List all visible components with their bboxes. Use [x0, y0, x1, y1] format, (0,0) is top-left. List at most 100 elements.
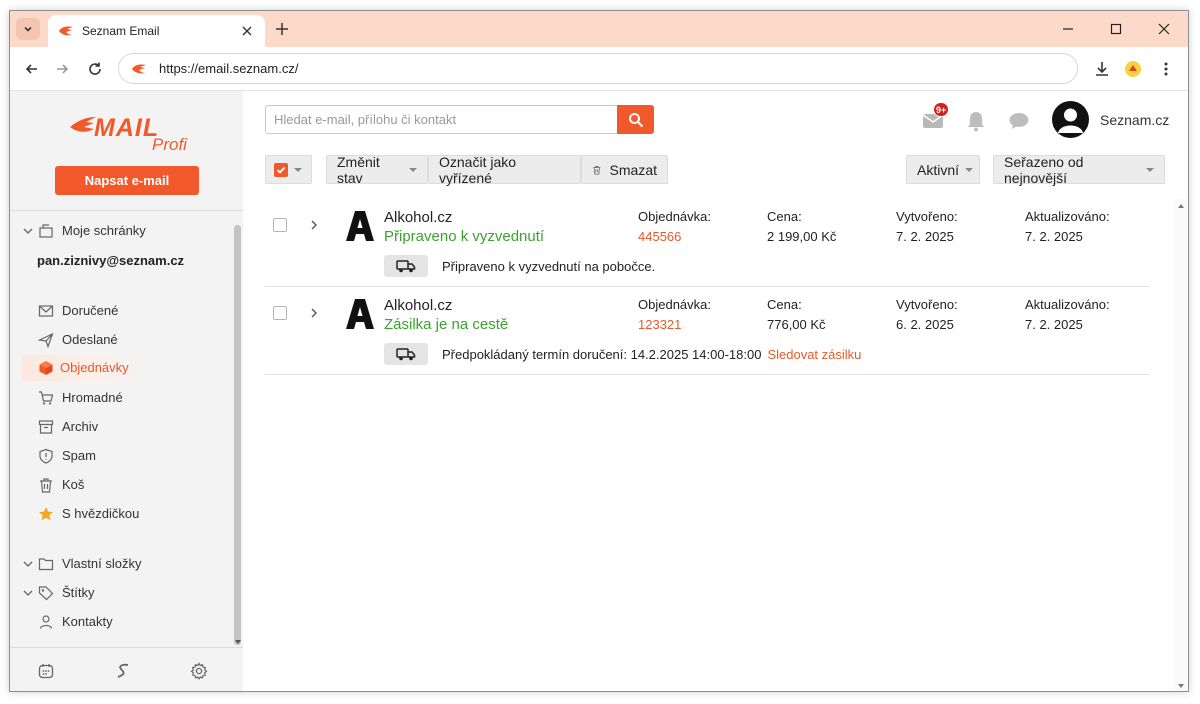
sidebar-item-archive[interactable]: Archiv [10, 414, 234, 440]
sidebar-item-custom-folders[interactable]: Vlastní složky [10, 551, 234, 577]
price-label: Cena: [767, 209, 802, 224]
email-profi-logo[interactable]: MAIL Profi [66, 109, 196, 157]
caret-down-icon [965, 167, 974, 172]
maximize-button[interactable] [1092, 11, 1140, 47]
shield-icon [39, 448, 53, 464]
delete-button[interactable]: Smazat [581, 155, 668, 184]
sidebar-item-sent[interactable]: Odeslané [10, 327, 234, 353]
sidebar: MAIL Profi Napsat e-mail Moje schránky p… [10, 91, 243, 691]
order-row[interactable]: Alkohol.cz Zásilka je na cestě Objednávk… [265, 287, 1149, 375]
price-value: 2 199,00 Kč [767, 229, 837, 244]
sidebar-item-label: Koš [62, 477, 85, 492]
avatar[interactable] [1052, 101, 1089, 138]
sidebar-item-label: Odeslané [62, 332, 118, 347]
caret-down-icon [409, 167, 417, 172]
chevron-right-icon[interactable] [309, 220, 319, 230]
gear-icon[interactable] [190, 662, 208, 680]
sidebar-item-orders[interactable]: Objednávky [22, 355, 140, 381]
delivery-text: Předpokládaný termín doručení: 14.2.2025… [442, 347, 762, 362]
price-value: 776,00 Kč [767, 317, 826, 332]
updated-value: 7. 2. 2025 [1025, 317, 1083, 332]
select-all-dropdown[interactable] [265, 155, 312, 184]
compose-button[interactable]: Napsat e-mail [55, 166, 199, 195]
account-email[interactable]: pan.ziznivy@seznam.cz [37, 253, 184, 268]
sidebar-item-label: Archiv [62, 419, 99, 434]
sort-dropdown[interactable]: Seřazeno od nejnovější [993, 154, 1165, 186]
sidebar-item-bulk[interactable]: Hromadné [10, 385, 234, 411]
chevron-right-icon[interactable] [309, 308, 319, 318]
more-vertical-icon [1164, 62, 1168, 76]
caret-down-icon [1146, 167, 1154, 172]
mark-done-button[interactable]: Označit jako vyřízené [428, 154, 581, 186]
shop-name: Alkohol.cz [384, 209, 453, 226]
order-number-link[interactable]: 445566 [638, 229, 681, 244]
download-icon [1096, 62, 1108, 76]
created-value: 7. 2. 2025 [896, 229, 954, 244]
sidebar-item-mailboxes[interactable]: Moje schránky [10, 218, 234, 244]
seznam-s-icon[interactable] [114, 662, 132, 680]
browser-window: Seznam Email https://email.seznam.cz/ MA… [9, 10, 1189, 692]
created-label: Vytvořeno: [896, 297, 958, 312]
scroll-up-icon[interactable] [1177, 203, 1185, 209]
back-button[interactable] [22, 59, 42, 79]
forward-button[interactable] [52, 59, 72, 79]
cart-icon [39, 391, 54, 405]
minimize-button[interactable] [1044, 11, 1092, 47]
order-row[interactable]: Alkohol.cz Připraveno k vyzvednutí Objed… [265, 199, 1149, 287]
close-window-button[interactable] [1140, 11, 1188, 47]
sidebar-item-starred[interactable]: S hvězdičkou [10, 501, 234, 527]
downloads-button[interactable] [1091, 58, 1113, 80]
truck-icon [396, 260, 416, 273]
main-scrollbar[interactable] [1174, 199, 1188, 691]
sidebar-item-label: Štítky [62, 585, 95, 600]
arrow-left-icon [25, 64, 37, 74]
close-tab-icon[interactable] [239, 23, 255, 39]
updated-value: 7. 2. 2025 [1025, 229, 1083, 244]
sidebar-scrollbar[interactable] [234, 225, 241, 645]
row-checkbox[interactable] [273, 218, 287, 232]
scroll-down-icon[interactable] [234, 639, 242, 645]
order-status: Připraveno k vyzvednutí [384, 228, 545, 245]
search-button[interactable] [617, 105, 654, 134]
search-input[interactable] [266, 106, 618, 133]
price-label: Cena: [767, 297, 802, 312]
tab-strip: Seznam Email [10, 11, 1188, 47]
tab-seznam-email[interactable]: Seznam Email [48, 15, 265, 47]
chat-icon[interactable] [1007, 109, 1031, 133]
sidebar-item-label: Spam [62, 448, 96, 463]
scroll-down-icon[interactable] [1177, 683, 1185, 689]
window-controls [1044, 11, 1188, 47]
archive-icon [38, 420, 54, 434]
order-number-link[interactable]: 123321 [638, 317, 681, 332]
new-tab-icon[interactable] [274, 21, 290, 37]
sidebar-item-label: Vlastní složky [62, 556, 142, 571]
send-icon [38, 332, 54, 348]
sidebar-item-spam[interactable]: Spam [10, 443, 234, 469]
reload-button[interactable] [85, 59, 105, 79]
tab-search-button[interactable] [16, 18, 40, 40]
seznam-favicon-icon [132, 63, 146, 73]
created-label: Vytvořeno: [896, 209, 958, 224]
caret-down-icon [294, 167, 302, 172]
user-avatar-icon [1058, 108, 1083, 133]
browser-toolbar: https://email.seznam.cz/ [10, 47, 1188, 91]
address-bar[interactable]: https://email.seznam.cz/ [118, 53, 1078, 84]
filter-active-dropdown[interactable]: Aktivní [906, 155, 980, 184]
row-checkbox[interactable] [273, 306, 287, 320]
extension-button[interactable] [1122, 58, 1144, 80]
change-state-button[interactable]: Změnit stav [326, 154, 428, 186]
sidebar-item-contacts[interactable]: Kontakty [10, 609, 234, 635]
sidebar-item-trash[interactable]: Koš [10, 472, 234, 498]
delete-label: Smazat [609, 161, 657, 178]
calendar-icon[interactable] [37, 662, 55, 680]
unread-badge: 9+ [933, 102, 950, 117]
sidebar-item-tags[interactable]: Štítky [10, 580, 234, 606]
track-shipment-link[interactable]: Sledovat zásilku [767, 347, 861, 362]
account-name[interactable]: Seznam.cz [1100, 112, 1169, 128]
bell-icon[interactable] [964, 109, 988, 133]
select-all-checkbox[interactable] [274, 162, 288, 177]
sidebar-item-inbox[interactable]: Doručené [10, 298, 234, 324]
filter-label: Aktivní [917, 161, 960, 178]
browser-menu-button[interactable] [1155, 58, 1177, 80]
created-value: 6. 2. 2025 [896, 317, 954, 332]
